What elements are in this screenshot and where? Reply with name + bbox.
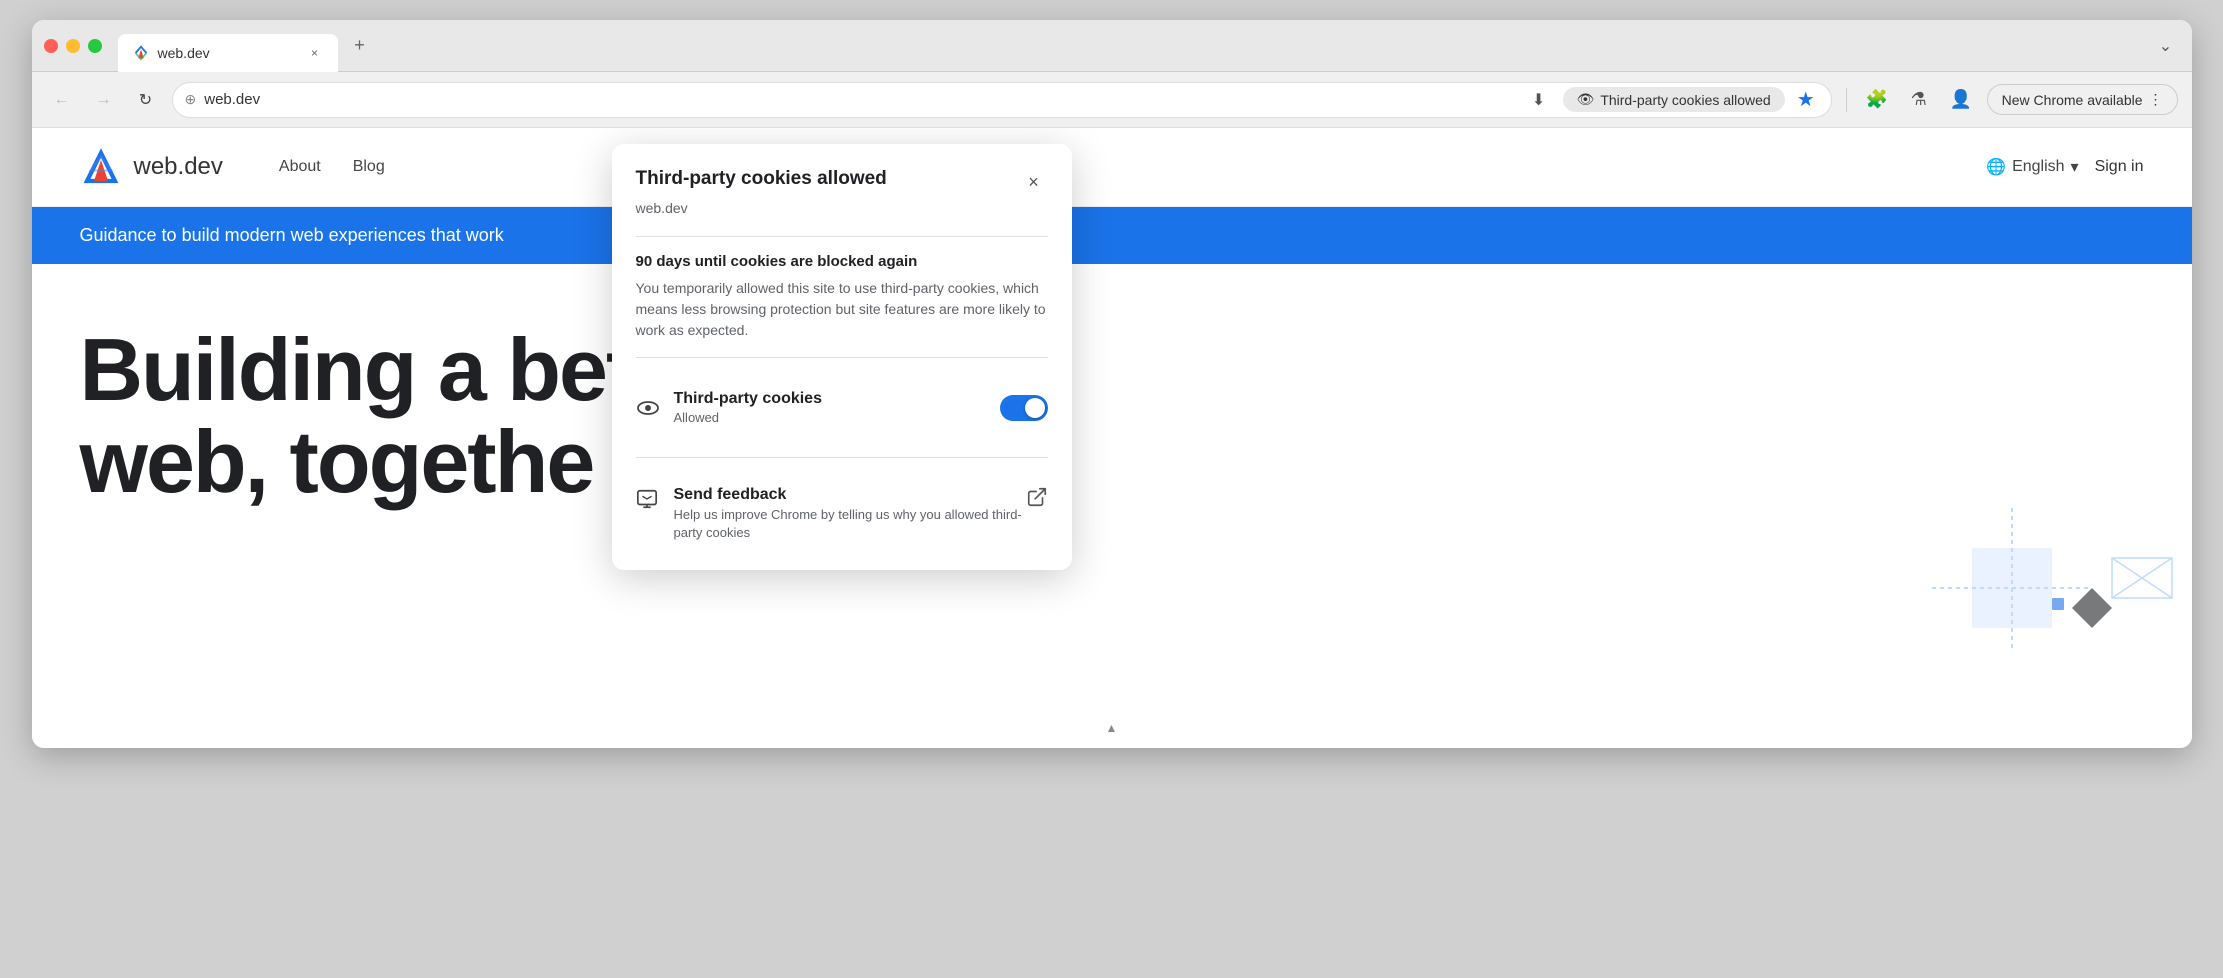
- popup-info-box: 90 days until cookies are blocked again …: [636, 253, 1048, 341]
- popup-info-text: You temporarily allowed this site to use…: [636, 278, 1048, 341]
- site-logo-text: web.dev: [134, 153, 223, 181]
- extensions-button[interactable]: 🧩: [1861, 84, 1893, 116]
- tab-dropdown-button[interactable]: ⌄: [2152, 32, 2180, 60]
- active-tab[interactable]: web.dev ×: [118, 34, 338, 72]
- cookie-eye-icon: 👁: [1577, 91, 1595, 108]
- back-icon: ←: [54, 91, 70, 109]
- browser-window: web.dev × + ⌄ ← → ↻ ⊕ web.dev ⬇ 👁 Third-…: [32, 20, 2192, 748]
- bookmark-star-button[interactable]: ★: [1793, 83, 1819, 116]
- popup-mid-divider: [636, 357, 1048, 358]
- flask-button[interactable]: ⚗: [1903, 84, 1935, 116]
- site-header: web.dev About Blog 🌐 English ▾ Sign in: [32, 128, 2192, 207]
- feedback-text-group: Send feedback Help us improve Chrome by …: [674, 486, 1026, 542]
- refresh-icon: ↻: [139, 90, 152, 110]
- tab-close-button[interactable]: ×: [306, 44, 324, 62]
- new-chrome-button[interactable]: New Chrome available ⋮: [1987, 84, 2178, 115]
- globe-icon: 🌐: [1986, 157, 2006, 177]
- toggle-row: Third-party cookies Allowed: [636, 374, 1048, 441]
- profile-button[interactable]: 👤: [1945, 84, 1977, 116]
- site-navigation: About Blog: [279, 158, 385, 176]
- toggle-knob: [1025, 398, 1045, 418]
- toggle-sublabel: Allowed: [674, 410, 822, 425]
- nav-separator: [1846, 88, 1847, 112]
- refresh-button[interactable]: ↻: [130, 84, 162, 116]
- flask-icon: ⚗: [1911, 89, 1927, 110]
- chevron-down-icon: ▾: [2071, 157, 2079, 177]
- download-icon-button[interactable]: ⬇: [1523, 84, 1555, 116]
- webdev-logo-icon: [80, 146, 122, 188]
- cookie-popup: Third-party cookies allowed × web.dev 90…: [612, 144, 1072, 570]
- minimize-window-button[interactable]: [66, 39, 80, 53]
- sign-in-button[interactable]: Sign in: [2095, 158, 2144, 176]
- feedback-left: Send feedback Help us improve Chrome by …: [636, 486, 1026, 542]
- forward-button[interactable]: →: [88, 84, 120, 116]
- toggle-label: Third-party cookies: [674, 390, 822, 408]
- feedback-title: Send feedback: [674, 486, 1026, 504]
- hero-line-1: Building a bet: [80, 324, 2144, 416]
- external-link-icon: [1026, 486, 1048, 508]
- language-button[interactable]: 🌐 English ▾: [1986, 157, 2078, 177]
- navigation-bar: ← → ↻ ⊕ web.dev ⬇ 👁 Third-party cookies …: [32, 72, 2192, 128]
- feedback-text: Help us improve Chrome by telling us why…: [674, 506, 1026, 542]
- address-text: web.dev: [204, 91, 1514, 108]
- popup-header: Third-party cookies allowed ×: [636, 168, 1048, 196]
- tab-title: web.dev: [158, 45, 298, 61]
- new-chrome-more-icon: ⋮: [2149, 91, 2163, 108]
- toggle-left: Third-party cookies Allowed: [636, 390, 822, 425]
- popup-title: Third-party cookies allowed: [636, 168, 887, 190]
- address-bar[interactable]: ⊕ web.dev ⬇ 👁 Third-party cookies allowe…: [172, 82, 1832, 118]
- banner-text: Guidance to build modern web experiences…: [80, 225, 504, 245]
- popup-info-title: 90 days until cookies are blocked again: [636, 253, 1048, 270]
- toggle-label-group: Third-party cookies Allowed: [674, 390, 822, 425]
- download-icon: ⬇: [1532, 90, 1545, 110]
- window-controls: [44, 39, 102, 53]
- forward-icon: →: [96, 91, 112, 109]
- page-content-area: web.dev About Blog 🌐 English ▾ Sign in G…: [32, 128, 2192, 748]
- close-window-button[interactable]: [44, 39, 58, 53]
- scroll-arrow-icon: ▲: [1106, 721, 1118, 735]
- scroll-indicator: ▲: [1100, 716, 1124, 740]
- popup-top-divider: [636, 236, 1048, 237]
- new-tab-button[interactable]: +: [346, 32, 374, 60]
- feedback-row[interactable]: Send feedback Help us improve Chrome by …: [636, 474, 1048, 546]
- maximize-window-button[interactable]: [88, 39, 102, 53]
- back-button[interactable]: ←: [46, 84, 78, 116]
- popup-subtitle: web.dev: [636, 200, 1048, 216]
- cookie-pill-label: Third-party cookies allowed: [1600, 92, 1770, 108]
- address-security-icon: ⊕: [185, 91, 197, 108]
- extensions-icon: 🧩: [1865, 89, 1887, 110]
- title-bar: web.dev × + ⌄: [32, 20, 2192, 72]
- popup-close-button[interactable]: ×: [1020, 168, 1048, 196]
- star-icon: ★: [1797, 89, 1815, 111]
- nav-about-link[interactable]: About: [279, 158, 321, 176]
- popup-bottom-divider: [636, 457, 1048, 458]
- new-chrome-label: New Chrome available: [2002, 92, 2143, 108]
- cookies-eye-icon: [636, 396, 660, 420]
- language-label: English: [2012, 158, 2064, 176]
- profile-icon: 👤: [1949, 89, 1971, 110]
- cookie-toggle-switch[interactable]: [1000, 395, 1048, 421]
- site-actions: 🌐 English ▾ Sign in: [1986, 157, 2143, 177]
- site-logo[interactable]: web.dev: [80, 146, 223, 188]
- tab-favicon: [132, 44, 150, 62]
- nav-blog-link[interactable]: Blog: [353, 158, 385, 176]
- feedback-icon: [636, 488, 660, 512]
- promo-banner: Guidance to build modern web experiences…: [32, 207, 2192, 264]
- background-illustration: [1772, 448, 2192, 748]
- cookie-pill-button[interactable]: 👁 Third-party cookies allowed: [1563, 87, 1785, 112]
